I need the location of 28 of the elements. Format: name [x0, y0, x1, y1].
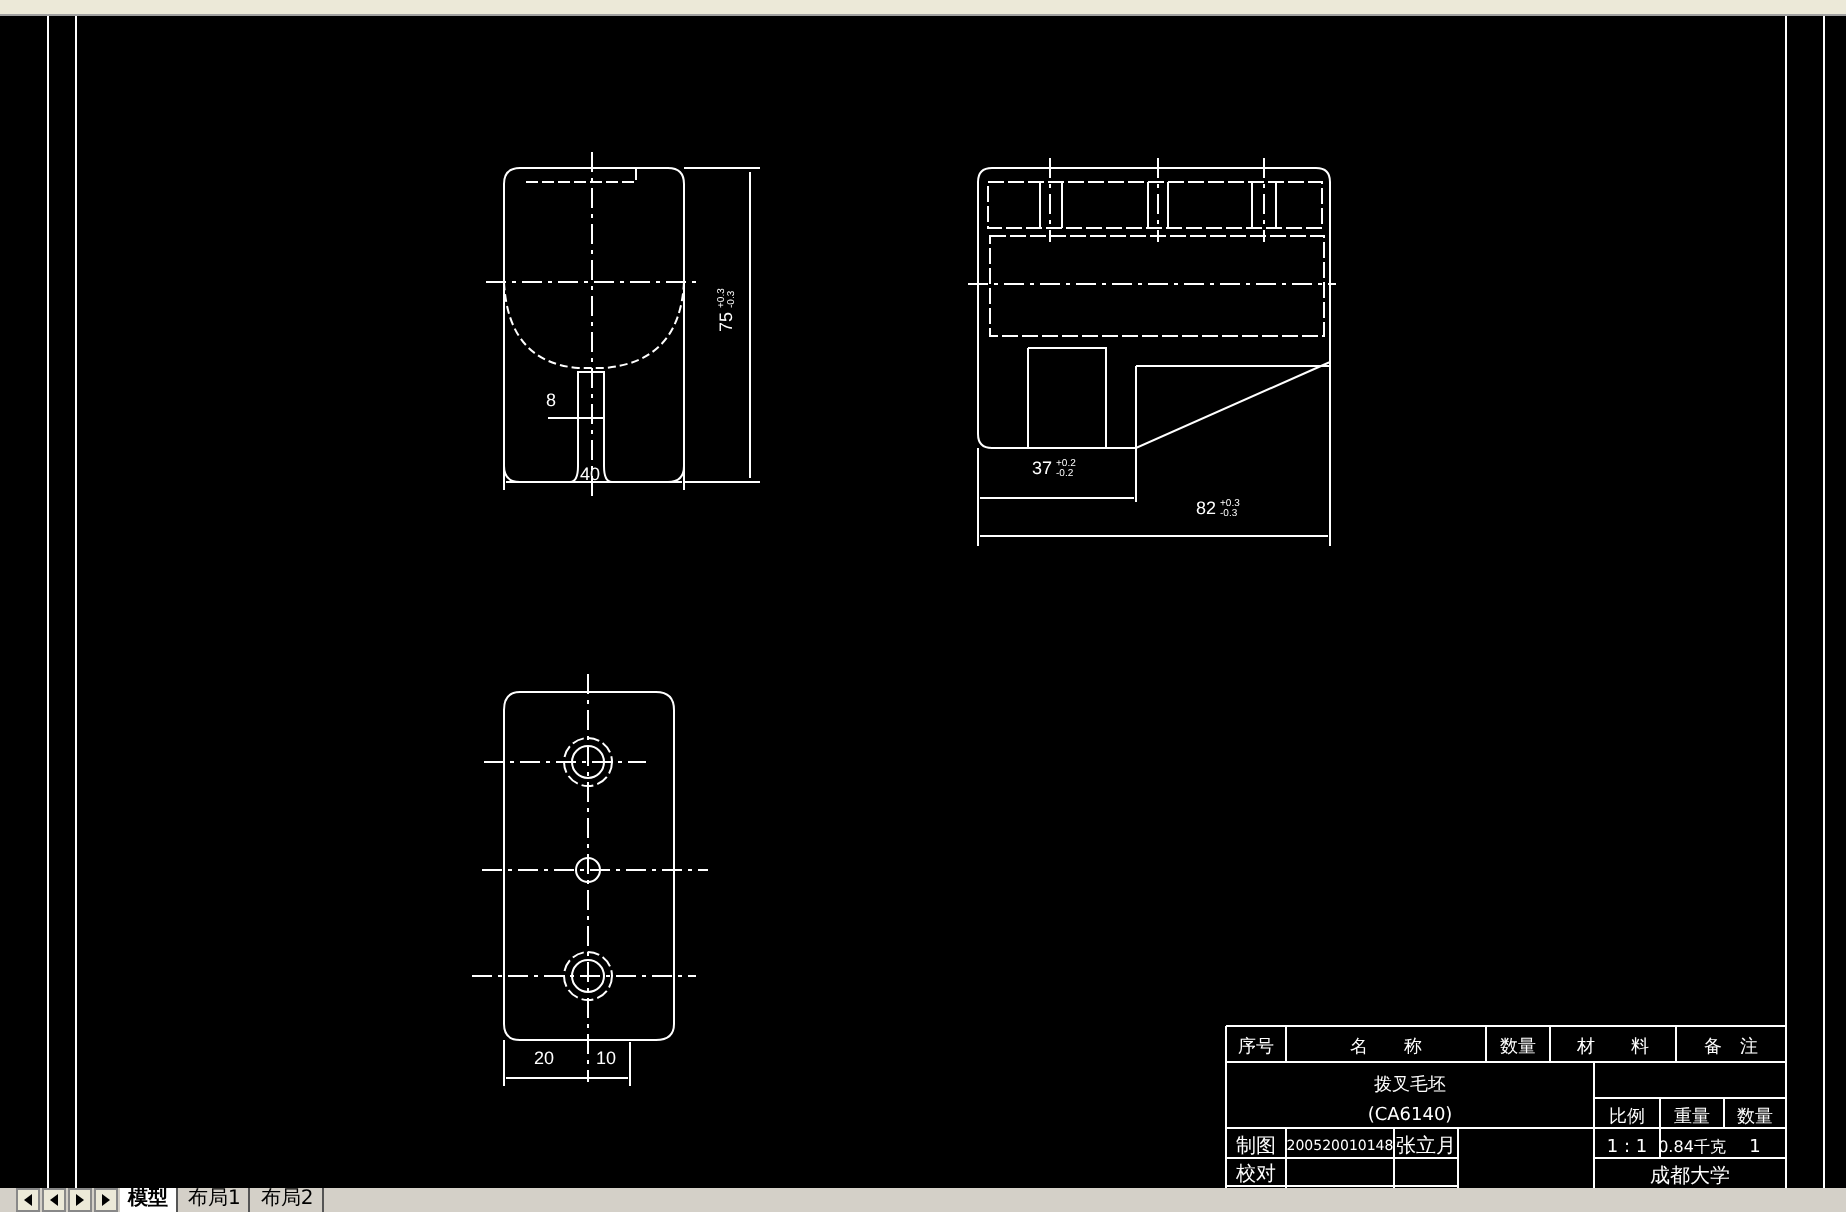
title-block-text: (CA6140) [1367, 1106, 1453, 1126]
triangle-icon [48, 1194, 60, 1206]
title-block-text: 比例 [1609, 1108, 1645, 1128]
title-block-text: 制图 [1236, 1136, 1276, 1158]
title-block-text: 1 : 1 [1606, 1138, 1648, 1158]
title-block-text: 成都大学 [1650, 1166, 1730, 1188]
title-block-text: 备 注 [1704, 1038, 1758, 1058]
title-block-text: 拨叉毛坯 [1374, 1076, 1446, 1096]
layout-tab[interactable]: 模型 [120, 1188, 178, 1212]
next-tab-button[interactable] [68, 1188, 92, 1212]
dimension-text: 10 [596, 1048, 617, 1068]
title-block-text: 材 料 [1577, 1038, 1649, 1058]
title-block-text: 序号 [1238, 1038, 1274, 1058]
triangle-icon [74, 1194, 86, 1206]
title-block-text: 数量 [1737, 1108, 1773, 1128]
last-tab-button[interactable] [94, 1188, 118, 1212]
title-block-text: 张立月 [1396, 1136, 1456, 1158]
title-block-text: 校对 [1236, 1164, 1276, 1186]
title-block-text: 数量 [1500, 1038, 1536, 1058]
dimension-text: 8 [546, 390, 557, 410]
triangle-icon [22, 1194, 34, 1206]
title-block-text: 名 称 [1350, 1038, 1422, 1058]
first-tab-button[interactable] [16, 1188, 40, 1212]
title-block-text: 重量 [1674, 1108, 1710, 1128]
title-block-text: 1 [1749, 1138, 1761, 1158]
dimension-text: 20 [534, 1048, 555, 1068]
prev-tab-button[interactable] [42, 1188, 66, 1212]
triangle-icon [100, 1194, 112, 1206]
